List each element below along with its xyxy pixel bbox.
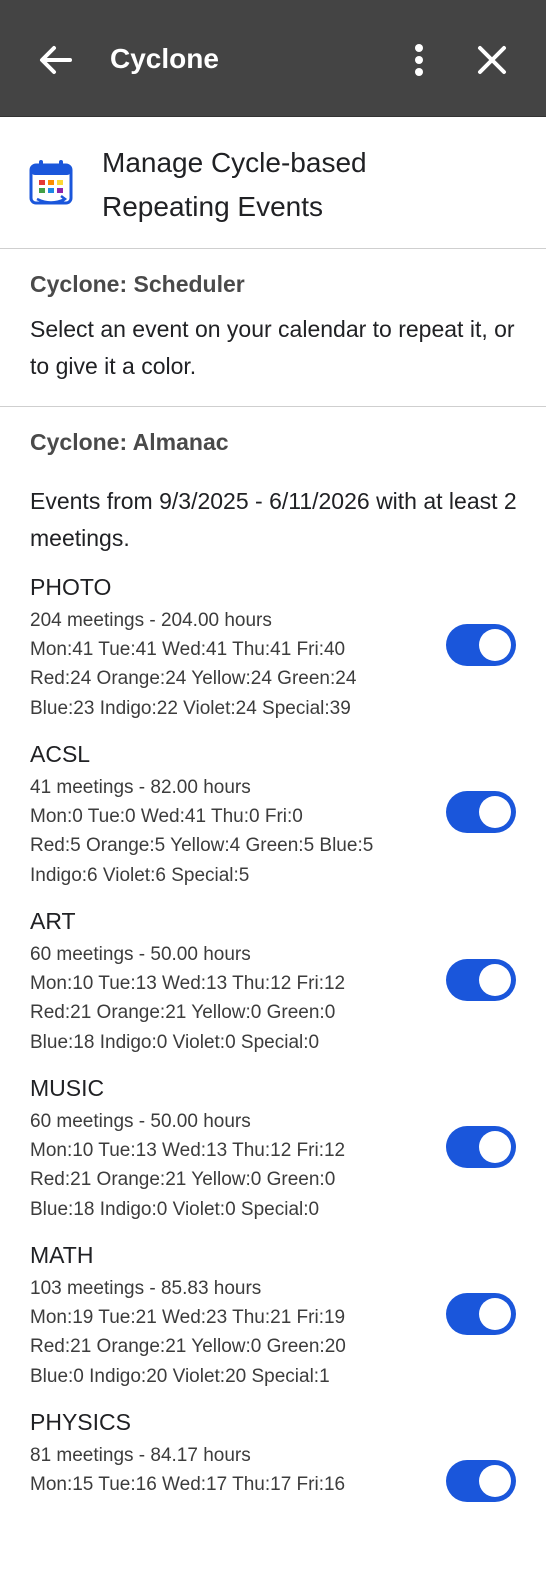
almanac-section: Cyclone: Almanac Events from 9/3/2025 - … (0, 407, 546, 1502)
scheduler-description: Select an event on your calendar to repe… (30, 316, 515, 379)
scheduler-section: Cyclone: Scheduler Select an event on yo… (0, 249, 546, 407)
event-toggle[interactable] (446, 1460, 516, 1502)
event-color-counts-2: Blue:0 Indigo:20 Violet:20 Special:1 (30, 1366, 330, 1387)
event-color-counts: Red:21 Orange:21 Yellow:0 Green:20 (30, 1336, 346, 1357)
event-item: ART 60 meetings - 50.00 hours Mon:10 Tue… (0, 908, 546, 1068)
toggle-knob (479, 629, 511, 661)
event-name: ACSL (30, 741, 91, 767)
event-item: ACSL 41 meetings - 82.00 hours Mon:0 Tue… (0, 741, 546, 901)
event-meetings: 81 meetings - 84.17 hours (30, 1445, 251, 1466)
event-color-counts: Red:21 Orange:21 Yellow:0 Green:0 (30, 1169, 336, 1190)
event-meetings: 41 meetings - 82.00 hours (30, 777, 251, 798)
toggle-knob (479, 964, 511, 996)
event-meetings: 60 meetings - 50.00 hours (30, 1111, 251, 1132)
arrow-left-icon[interactable] (36, 40, 76, 80)
event-item: PHYSICS 81 meetings - 84.17 hours Mon:15… (0, 1409, 546, 1569)
addon-header: Manage Cycle-based Repeating Events (0, 117, 546, 249)
event-name: PHOTO (30, 574, 112, 600)
event-color-counts: Red:5 Orange:5 Yellow:4 Green:5 Blue:5 (30, 835, 374, 856)
event-meetings: 204 meetings - 204.00 hours (30, 610, 272, 631)
event-name: MATH (30, 1242, 94, 1268)
event-toggle[interactable] (446, 1293, 516, 1335)
toggle-knob (479, 796, 511, 828)
event-toggle[interactable] (446, 624, 516, 666)
event-color-counts-2: Indigo:6 Violet:6 Special:5 (30, 865, 250, 886)
topbar: Cyclone (0, 0, 546, 117)
scheduler-title: Cyclone: Scheduler (30, 271, 245, 297)
event-weekday-counts: Mon:19 Tue:21 Wed:23 Thu:21 Fri:19 (30, 1307, 346, 1328)
event-color-counts-2: Blue:23 Indigo:22 Violet:24 Special:39 (30, 698, 351, 719)
more-vert-icon[interactable] (400, 40, 440, 80)
event-color-counts: Red:21 Orange:21 Yellow:0 Green:0 (30, 1002, 336, 1023)
addon-name: Manage Cycle-based Repeating Events (102, 141, 502, 229)
addon-name-line2: Repeating Events (102, 191, 324, 222)
toggle-knob (479, 1465, 511, 1497)
event-item: MATH 103 meetings - 85.83 hours Mon:19 T… (0, 1242, 546, 1402)
event-weekday-counts: Mon:0 Tue:0 Wed:41 Thu:0 Fri:0 (30, 806, 303, 827)
event-item: MUSIC 60 meetings - 50.00 hours Mon:10 T… (0, 1075, 546, 1235)
event-meetings: 103 meetings - 85.83 hours (30, 1278, 262, 1299)
toggle-knob (479, 1298, 511, 1330)
event-weekday-counts: Mon:10 Tue:13 Wed:13 Thu:12 Fri:12 (30, 973, 346, 994)
event-weekday-counts: Mon:15 Tue:16 Wed:17 Thu:17 Fri:16 (30, 1474, 346, 1495)
event-item: PHOTO 204 meetings - 204.00 hours Mon:41… (0, 574, 546, 734)
event-color-counts-2: Blue:18 Indigo:0 Violet:0 Special:0 (30, 1199, 320, 1220)
event-name: MUSIC (30, 1075, 105, 1101)
event-toggle[interactable] (446, 1126, 516, 1168)
calendar-logo-icon (28, 159, 74, 207)
event-toggle[interactable] (446, 959, 516, 1001)
event-name: ART (30, 908, 76, 934)
event-meetings: 60 meetings - 50.00 hours (30, 944, 251, 965)
app-title: Cyclone (110, 43, 219, 74)
event-color-counts-2: Blue:18 Indigo:0 Violet:0 Special:0 (30, 1032, 320, 1053)
addon-name-line1: Manage Cycle-based (102, 147, 367, 178)
almanac-title: Cyclone: Almanac (30, 429, 229, 455)
event-weekday-counts: Mon:10 Tue:13 Wed:13 Thu:12 Fri:12 (30, 1140, 346, 1161)
event-color-counts: Red:24 Orange:24 Yellow:24 Green:24 (30, 668, 357, 689)
event-toggle[interactable] (446, 791, 516, 833)
toggle-knob (479, 1131, 511, 1163)
close-icon[interactable] (472, 40, 512, 80)
almanac-intro: Events from 9/3/2025 - 6/11/2026 with at… (30, 488, 517, 551)
event-name: PHYSICS (30, 1409, 131, 1435)
event-weekday-counts: Mon:41 Tue:41 Wed:41 Thu:41 Fri:40 (30, 639, 346, 660)
